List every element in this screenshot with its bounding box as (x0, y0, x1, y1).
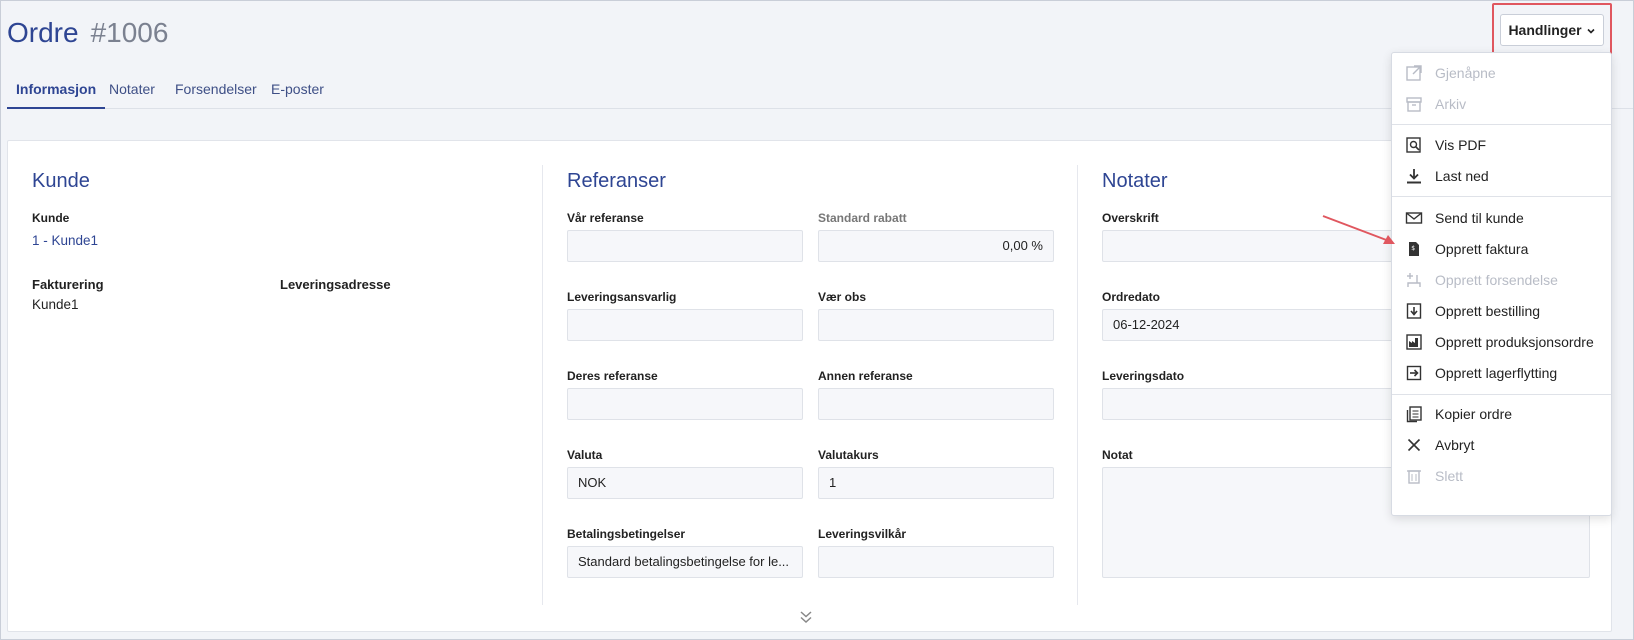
vaer-obs-label: Vær obs (818, 290, 867, 304)
menu-item-send-til-kunde[interactable]: Send til kunde (1392, 203, 1611, 233)
kunde-link[interactable]: 1 - Kunde1 (32, 233, 98, 248)
menu-item-label: Opprett faktura (1435, 241, 1529, 257)
external-link-icon (1406, 65, 1422, 81)
standard-rabatt-label: Standard rabatt (818, 211, 907, 225)
menu-separator (1392, 124, 1611, 125)
page-title-text: Ordre (7, 17, 79, 48)
var-referanse-label: Vår referanse (567, 211, 644, 225)
overskrift-label: Overskrift (1102, 211, 1159, 225)
page-title: Ordre #1006 (7, 17, 168, 49)
menu-item-label: Kopier ordre (1435, 406, 1513, 422)
menu-item-vis-pdf[interactable]: Vis PDF (1392, 130, 1611, 160)
menu-item-slett[interactable]: Slett (1392, 461, 1611, 491)
menu-item-label: Opprett forsendelse (1435, 272, 1558, 288)
leveringsdato-label: Leveringsdato (1102, 369, 1185, 383)
invoice-icon: $ (1409, 242, 1419, 256)
notat-label: Notat (1102, 448, 1133, 462)
menu-item-label: Vis PDF (1435, 137, 1487, 153)
chevron-down-icon (1586, 29, 1595, 34)
trash-icon (1407, 470, 1421, 484)
expand-down-icon[interactable] (797, 608, 815, 626)
valutakurs-input[interactable]: 1 (818, 467, 1054, 499)
order-icon (1406, 303, 1422, 319)
kunde-section-title: Kunde (32, 170, 90, 192)
menu-item-label: Slett (1435, 468, 1464, 484)
tab-e-poster[interactable]: E-poster (262, 77, 333, 109)
svg-text:$: $ (1411, 245, 1415, 252)
shipment-icon (1407, 273, 1421, 287)
leveringsansvarlig-input[interactable] (567, 309, 803, 341)
ordredato-label: Ordredato (1102, 290, 1161, 304)
tab-informasjon[interactable]: Informasjon (7, 77, 106, 109)
menu-item-opprett-lagerflytting[interactable]: Opprett lagerflytting (1392, 358, 1611, 388)
close-icon (1407, 438, 1421, 452)
transfer-icon (1406, 365, 1422, 381)
standard-rabatt-input[interactable]: 0,00 % (818, 230, 1054, 262)
menu-item-label: Opprett lagerflytting (1435, 365, 1558, 381)
menu-item-label: Avbryt (1435, 437, 1475, 453)
search-document-icon (1406, 137, 1421, 153)
app-frame: Ordre #1006 Informasjon Notater Forsendel… (0, 0, 1634, 640)
valutakurs-label: Valutakurs (818, 448, 879, 462)
download-icon (1407, 169, 1421, 184)
referanser-section-title: Referanser (567, 170, 666, 192)
menu-item-last-ned[interactable]: Last ned (1392, 161, 1611, 191)
menu-item-opprett-produksjonsordre[interactable]: Opprett produksjonsordre (1392, 327, 1611, 357)
mail-icon (1405, 212, 1423, 224)
leveringsansvarlig-label: Leveringsansvarlig (567, 290, 677, 304)
menu-item-opprett-faktura[interactable]: $ Opprett faktura (1392, 234, 1611, 264)
order-number: #1006 (90, 17, 169, 48)
notater-section-title: Notater (1102, 170, 1168, 192)
menu-item-opprett-bestilling[interactable]: Opprett bestilling (1392, 296, 1611, 326)
menu-separator (1392, 196, 1611, 197)
actions-button[interactable]: Handlinger (1500, 14, 1604, 46)
copy-icon (1406, 406, 1422, 423)
fakturering-label: Fakturering (32, 277, 104, 292)
menu-item-kopier-ordre[interactable]: Kopier ordre (1392, 399, 1611, 429)
menu-separator (1392, 394, 1611, 395)
menu-item-label: Opprett produksjonsordre (1435, 334, 1594, 350)
menu-item-avbryt[interactable]: Avbryt (1392, 430, 1611, 460)
valuta-label: Valuta (567, 448, 603, 462)
vaer-obs-input[interactable] (818, 309, 1054, 341)
column-divider (1077, 165, 1078, 605)
menu-item-label: Gjenåpne (1435, 65, 1496, 81)
menu-item-label: Opprett bestilling (1435, 303, 1541, 319)
archive-icon (1406, 97, 1422, 112)
deres-referanse-label: Deres referanse (567, 369, 658, 383)
fakturering-value: Kunde1 (32, 297, 79, 312)
tab-forsendelser[interactable]: Forsendelser (166, 77, 266, 109)
column-divider (542, 165, 543, 605)
kunde-label: Kunde (32, 211, 70, 225)
menu-item-label: Last ned (1435, 168, 1489, 184)
factory-icon (1406, 334, 1422, 350)
menu-item-arkiv[interactable]: Arkiv (1392, 89, 1611, 119)
leveringsvilkar-label: Leveringsvilkår (818, 527, 907, 541)
menu-item-opprett-forsendelse[interactable]: Opprett forsendelse (1392, 265, 1611, 295)
annen-referanse-label: Annen referanse (818, 369, 913, 383)
betalingsbetingelser-input[interactable]: Standard betalingsbetingelse for le... (567, 546, 803, 578)
menu-item-label: Arkiv (1435, 96, 1467, 112)
annen-referanse-input[interactable] (818, 388, 1054, 420)
tab-bar: Informasjon Notater Forsendelser E-poste… (7, 73, 1633, 109)
leveringsvilkar-input[interactable] (818, 546, 1054, 578)
var-referanse-input[interactable] (567, 230, 803, 262)
menu-item-label: Send til kunde (1435, 210, 1524, 226)
tab-notater[interactable]: Notater (100, 77, 164, 109)
betalingsbetingelser-label: Betalingsbetingelser (567, 527, 686, 541)
menu-item-gjenapne[interactable]: Gjenåpne (1392, 58, 1611, 88)
valuta-input[interactable]: NOK (567, 467, 803, 499)
leveringsadresse-label: Leveringsadresse (280, 277, 391, 292)
actions-button-label: Handlinger (1508, 22, 1582, 38)
deres-referanse-input[interactable] (567, 388, 803, 420)
actions-menu: Gjenåpne Arkiv Vis PDF Last ned Send til… (1391, 52, 1612, 516)
annotation-arrow-icon (1322, 215, 1395, 244)
